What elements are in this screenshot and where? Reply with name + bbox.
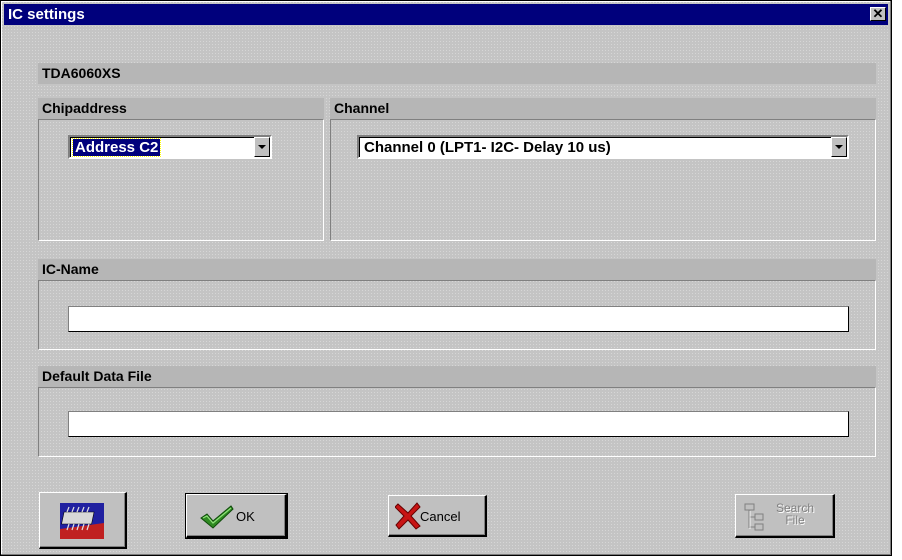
chipaddress-header: Chipaddress <box>38 98 324 119</box>
search-file-button[interactable]: Search File <box>735 494 835 538</box>
default-data-file-input[interactable] <box>68 411 849 437</box>
chip-name-strip: TDA6060XS <box>38 63 876 84</box>
cancel-button[interactable]: Cancel <box>388 495 487 537</box>
default-data-file-header: Default Data File <box>38 366 876 387</box>
channel-selected-value: Channel 0 (LPT1- I2C- Delay 10 us) <box>364 139 611 156</box>
channel-select[interactable]: Channel 0 (LPT1- I2C- Delay 10 us) <box>357 135 849 159</box>
channel-label: Channel <box>334 100 390 116</box>
cancel-label: Cancel <box>420 509 461 524</box>
window-title: IC settings <box>8 6 85 23</box>
channel-header: Channel <box>330 98 876 119</box>
ic-name-header: IC-Name <box>38 259 876 280</box>
chipaddress-label: Chipaddress <box>42 100 127 116</box>
close-icon: ✕ <box>872 6 884 21</box>
chipaddress-selected-value: Address C2 <box>71 138 162 157</box>
ic-settings-dialog: IC settings ✕ TDA6060XS Chipaddress Addr… <box>0 0 892 556</box>
ok-label: OK <box>236 509 255 524</box>
chipaddress-select[interactable]: Address C2 <box>68 135 272 159</box>
chip-name-label: TDA6060XS <box>42 65 121 81</box>
default-data-file-label: Default Data File <box>42 368 152 384</box>
chevron-down-icon[interactable] <box>254 137 270 157</box>
ic-name-label: IC-Name <box>42 261 99 277</box>
cancel-x-icon <box>395 502 421 530</box>
ic-name-input[interactable] <box>68 306 849 332</box>
chevron-down-icon[interactable] <box>831 137 847 157</box>
search-file-label: Search File <box>768 502 822 526</box>
file-tree-icon <box>744 503 764 531</box>
title-bar[interactable]: IC settings ✕ <box>4 4 888 25</box>
close-button[interactable]: ✕ <box>870 7 886 21</box>
checkmark-icon <box>200 505 234 529</box>
chip-icon <box>60 503 104 539</box>
chip-button[interactable] <box>39 492 127 549</box>
search-file-label-line2: File <box>785 513 805 527</box>
ok-button[interactable]: OK <box>185 493 288 539</box>
